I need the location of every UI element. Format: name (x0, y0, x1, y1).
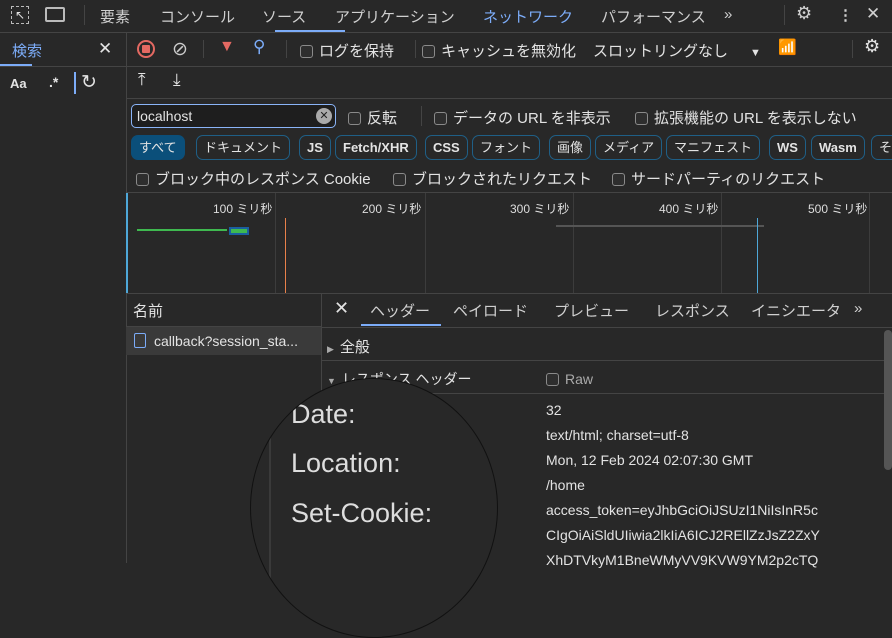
raw-checkbox[interactable]: Raw (546, 371, 593, 387)
more-tabs-icon[interactable]: » (724, 6, 732, 23)
type-fetch-xhr[interactable]: Fetch/XHR (335, 135, 417, 160)
magnified-label: Location: (291, 448, 401, 478)
detail-tab-indicator (361, 324, 441, 326)
export-har-icon[interactable]: ⤓ (173, 70, 181, 90)
blocked-requests-checkbox[interactable]: ブロックされたリクエスト (393, 168, 592, 189)
tab-preview[interactable]: プレビュー (554, 300, 629, 321)
record-button[interactable] (137, 40, 155, 58)
hide-extension-urls-checkbox[interactable]: 拡張機能の URL を表示しない (635, 107, 857, 128)
header-value: access_token=eyJhbGciOiJSUzI1NiIsInR5c (546, 502, 818, 518)
import-har-icon[interactable]: ⤒ (138, 70, 146, 90)
load-line (757, 218, 758, 293)
disable-cache-checkbox[interactable]: キャッシュを無効化 (422, 40, 576, 61)
tick-300: 300 ミリ秒 (510, 202, 570, 216)
tab-console[interactable]: コンソール (160, 6, 235, 27)
network-conditions-icon[interactable]: 📶 (778, 38, 797, 56)
type-font[interactable]: フォント (472, 135, 541, 160)
timeline-start-marker (126, 193, 128, 293)
type-js[interactable]: JS (299, 135, 331, 160)
dom-content-loaded-line (285, 218, 286, 293)
tab-initiator[interactable]: イニシエータ (751, 300, 841, 321)
invert-checkbox[interactable]: 反転 (348, 107, 397, 128)
header-value: XhDTVkyM1BneWMyVV9KVW9YM2p2cTQ (546, 552, 819, 568)
request-bar-download (229, 227, 249, 235)
tab-payload[interactable]: ペイロード (453, 300, 528, 321)
tick-100: 100 ミリ秒 (213, 202, 273, 216)
type-all[interactable]: すべて (131, 135, 185, 160)
tab-performance[interactable]: パフォーマンス (601, 6, 706, 27)
type-css[interactable]: CSS (425, 135, 468, 160)
tab-headers[interactable]: ヘッダー (370, 300, 430, 321)
settings-icon[interactable]: ⚙ (796, 3, 812, 24)
third-party-checkbox[interactable]: サードパーティのリクエスト (612, 168, 825, 189)
network-settings-icon[interactable]: ⚙ (864, 36, 880, 57)
preserve-log-checkbox[interactable]: ログを保持 (300, 40, 394, 61)
general-section[interactable]: ▶ 全般 (327, 336, 370, 357)
tab-application[interactable]: アプリケーション (335, 6, 455, 27)
type-manifest[interactable]: マニフェスト (666, 135, 761, 160)
close-search-icon[interactable]: ✕ (98, 39, 112, 59)
request-row[interactable]: callback?session_sta... (126, 327, 321, 355)
tab-response[interactable]: レスポンス (655, 300, 730, 321)
magnified-label: Set-Cookie: (291, 498, 433, 528)
tick-200: 200 ミリ秒 (362, 202, 422, 216)
type-wasm[interactable]: Wasm (811, 135, 865, 160)
header-value: 32 (546, 402, 562, 418)
match-case-button[interactable]: Aa (10, 76, 27, 91)
tick-500: 500 ミリ秒 (808, 202, 868, 216)
tab-elements[interactable]: 要素 (100, 6, 130, 27)
clear-filter-icon[interactable]: ✕ (316, 108, 332, 124)
tick-400: 400 ミリ秒 (659, 202, 719, 216)
header-value: CIgOiAiSldUIiwia2lkIiA6ICJ2REllZzJsZ2ZxY (546, 527, 820, 543)
header-value: Mon, 12 Feb 2024 02:07:30 GMT (546, 452, 754, 468)
close-devtools-icon[interactable]: ✕ (866, 4, 880, 24)
scrollbar[interactable] (884, 330, 892, 470)
type-ws[interactable]: WS (769, 135, 806, 160)
type-document[interactable]: ドキュメント (196, 135, 291, 160)
magnified-label: Date: (291, 399, 356, 429)
tab-sources[interactable]: ソース (262, 6, 306, 27)
document-icon (134, 333, 146, 348)
more-detail-tabs-icon[interactable]: » (854, 300, 862, 317)
regex-button[interactable]: .* (49, 74, 58, 90)
search-panel-title[interactable]: 検索 (12, 40, 42, 61)
hide-data-urls-checkbox[interactable]: データの URL を非表示 (434, 107, 611, 128)
name-column-header[interactable]: 名前 (133, 300, 163, 321)
request-bar-2 (556, 225, 764, 227)
magnifier-overlay: Date: Location: Set-Cookie: (250, 378, 498, 638)
tab-network-label[interactable]: ネットワーク (483, 6, 573, 27)
request-bar (137, 229, 227, 231)
type-media[interactable]: メディア (595, 135, 663, 160)
search-icon[interactable]: ⚲ (253, 37, 265, 57)
more-options-icon[interactable]: ⋮ (838, 6, 853, 24)
refresh-icon[interactable]: ↻ (81, 71, 97, 94)
device-toolbar-icon[interactable] (45, 7, 65, 22)
search-input[interactable] (74, 72, 76, 94)
header-value: text/html; charset=utf-8 (546, 427, 689, 443)
clear-icon[interactable]: ⊘ (172, 38, 188, 61)
throttling-select[interactable]: スロットリングなし ▼ (593, 40, 761, 61)
blocked-cookies-checkbox[interactable]: ブロック中のレスポンス Cookie (136, 168, 371, 189)
filter-icon[interactable]: ▼ (219, 38, 235, 56)
close-details-icon[interactable]: ✕ (334, 298, 349, 319)
filter-input[interactable]: localhost ✕ (131, 104, 336, 128)
request-name: callback?session_sta... (154, 333, 298, 349)
type-image[interactable]: 画像 (549, 135, 592, 160)
inspect-icon[interactable]: ↖ (11, 6, 29, 24)
type-other[interactable]: そ (871, 135, 892, 160)
header-value: /home (546, 477, 585, 493)
